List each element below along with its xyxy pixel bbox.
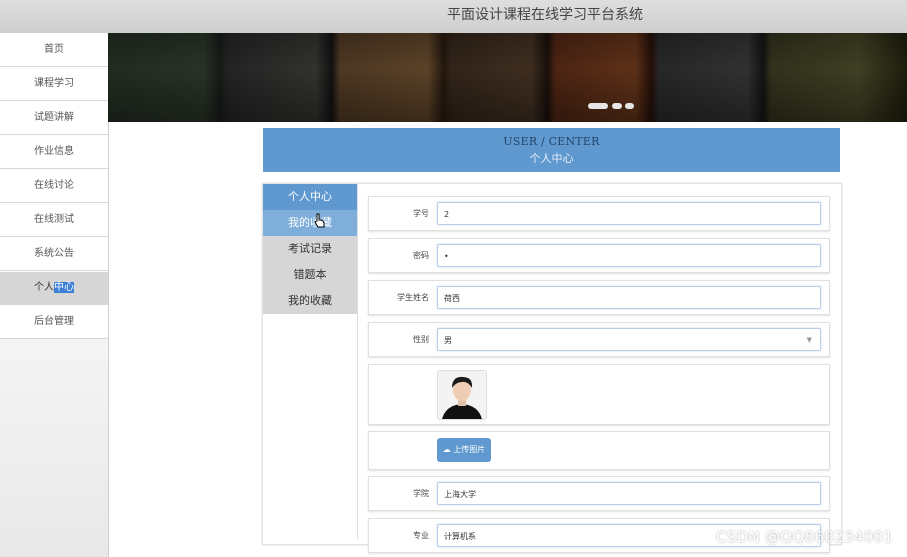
nav-item-homework[interactable]: 作业信息 xyxy=(0,135,108,169)
password-label: 密码 xyxy=(413,251,429,260)
submenu-item-favorites[interactable]: 我的收藏 xyxy=(263,288,357,314)
submenu-item-personal-center[interactable]: 个人中心 xyxy=(263,184,357,210)
submenu-item-hovered[interactable]: 我的收藏 xyxy=(263,210,357,236)
form-row-name: 学生姓名 荷西 xyxy=(368,280,830,315)
nav-item-admin[interactable]: 后台管理 xyxy=(0,305,108,339)
chevron-down-icon: ▼ xyxy=(806,336,812,344)
submenu-list: 我的收藏 考试记录 错题本 我的收藏 xyxy=(263,210,357,314)
name-input[interactable]: 荷西 xyxy=(437,286,821,309)
left-nav: 首页 课程学习 试题讲解 作业信息 在线讨论 在线测试 系统公告 个人中心 后台… xyxy=(0,33,109,557)
app-title: 平面设计课程在线学习平台系统 xyxy=(447,7,643,23)
form-row-avatar xyxy=(368,364,830,425)
gender-select-value: 男 xyxy=(444,336,452,345)
student-id-label: 学号 xyxy=(413,209,429,218)
major-label: 专业 xyxy=(413,531,429,540)
nav-item-label-part2: 中心 xyxy=(54,282,74,293)
header-title-zh: 个人中心 xyxy=(529,152,574,165)
upload-icon: ☁ xyxy=(442,445,451,454)
top-bar: 平面设计课程在线学习平台系统 xyxy=(0,0,907,34)
avatar-image xyxy=(438,371,486,419)
carousel-dot[interactable] xyxy=(612,103,622,109)
carousel-dot-active[interactable] xyxy=(588,103,608,109)
avatar xyxy=(437,370,487,420)
nav-item-home[interactable]: 首页 xyxy=(0,33,108,67)
watermark: CSDN @QQ860234001 xyxy=(716,528,894,546)
name-label: 学生姓名 xyxy=(397,293,429,302)
nav-item-discussion[interactable]: 在线讨论 xyxy=(0,169,108,203)
nav-item-announcement[interactable]: 系统公告 xyxy=(0,237,108,271)
form-row-upload: ☁ 上传图片 xyxy=(368,431,830,470)
submenu-item-exam-records[interactable]: 考试记录 xyxy=(263,236,357,262)
student-id-input[interactable]: 2 xyxy=(437,202,821,225)
nav-item-online-test[interactable]: 在线测试 xyxy=(0,203,108,237)
college-input[interactable]: 上海大学 xyxy=(437,482,821,505)
upload-image-button[interactable]: ☁ 上传图片 xyxy=(437,438,491,462)
nav-item-course-study[interactable]: 课程学习 xyxy=(0,67,108,101)
form-row-college: 学院 上海大学 xyxy=(368,476,830,511)
form-row-password: 密码 • xyxy=(368,238,830,273)
gender-label: 性别 xyxy=(413,335,429,344)
user-submenu: 个人中心 我的收藏 考试记录 错题本 我的收藏 xyxy=(263,184,358,539)
gender-select[interactable]: 男 ▼ xyxy=(437,328,821,351)
submenu-item-wrong-questions[interactable]: 错题本 xyxy=(263,262,357,288)
nav-item-question-explain[interactable]: 试题讲解 xyxy=(0,101,108,135)
upload-button-label: 上传图片 xyxy=(453,445,486,454)
nav-item-label-part1: 个人 xyxy=(34,282,54,293)
user-center-panel: 个人中心 我的收藏 考试记录 错题本 我的收藏 学号 2 密码 • 学生姓名 荷… xyxy=(262,183,842,553)
password-input[interactable]: • xyxy=(437,244,821,267)
hand-cursor-icon xyxy=(314,213,325,228)
user-center-header: USER / CENTER 个人中心 xyxy=(263,128,840,172)
header-title-en: USER / CENTER xyxy=(503,135,600,148)
college-label: 学院 xyxy=(413,489,429,498)
form-row-student-id: 学号 2 xyxy=(368,196,830,231)
form-row-gender: 性别 男 ▼ xyxy=(368,322,830,357)
banner-carousel xyxy=(108,33,907,122)
carousel-dot[interactable] xyxy=(625,103,634,109)
nav-item-personal-center[interactable]: 个人中心 xyxy=(0,271,108,305)
